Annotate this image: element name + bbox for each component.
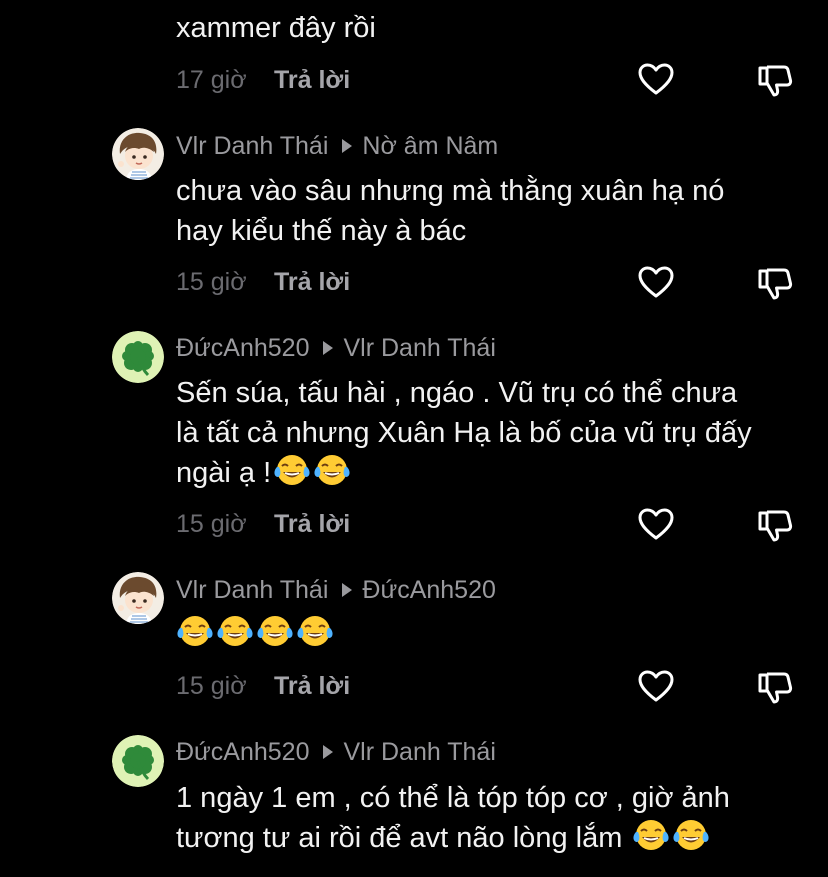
avatar[interactable]	[112, 735, 164, 787]
comment-thread: xammer đây rồi 17 giờ Trả lời Vlr Danh T…	[0, 0, 828, 877]
thumbs-down-icon[interactable]	[757, 507, 793, 543]
avatar[interactable]	[112, 128, 164, 180]
reply-button[interactable]: Trả lời	[274, 268, 350, 297]
username[interactable]: Vlr Danh Thái	[176, 576, 328, 605]
username[interactable]: ĐứcAnh520	[176, 738, 309, 767]
comment-body: Sến súa, tấu hài , ngáo . Vũ trụ có thể …	[176, 373, 806, 493]
heart-icon[interactable]	[638, 507, 674, 543]
comment-meta: 15 giờ Trả lời	[176, 668, 350, 704]
username[interactable]: ĐứcAnh520	[176, 334, 309, 363]
comment-body-line	[174, 614, 806, 654]
face-with-tears-of-joy-icon	[256, 614, 294, 648]
face-with-tears-of-joy-icon	[296, 614, 334, 648]
comment-timestamp: 15 giờ	[176, 509, 247, 538]
username[interactable]: Vlr Danh Thái	[176, 132, 328, 161]
avatar[interactable]	[112, 331, 164, 383]
comment-header: Vlr Danh Thái ĐứcAnh520	[176, 574, 496, 606]
comment-meta: 15 giờ Trả lời	[176, 264, 350, 300]
comment-body-line: tương tư ai rồi để avt não lòng lắm	[176, 818, 806, 858]
comment-body	[176, 614, 806, 654]
face-with-tears-of-joy-icon	[313, 453, 351, 487]
thumbs-down-icon[interactable]	[757, 669, 793, 705]
comment-body: chưa vào sâu nhưng mà thằng xuân hạ nó h…	[176, 171, 806, 251]
comment-meta: 15 giờ Trả lời	[176, 506, 350, 542]
comment-body-line: hay kiểu thế này à bác	[176, 215, 467, 247]
face-with-tears-of-joy-icon	[632, 818, 670, 852]
comment-body: xammer đây rồi	[176, 12, 376, 44]
reply-arrow-icon	[342, 583, 353, 597]
comment-body: 1 ngày 1 em , có thể là tóp tóp cơ , giờ…	[176, 778, 806, 858]
reply-to-username[interactable]: Nờ âm Nâm	[362, 132, 498, 161]
face-with-tears-of-joy-icon	[176, 614, 214, 648]
reply-arrow-icon	[323, 745, 334, 759]
reply-to-username[interactable]: Vlr Danh Thái	[343, 334, 495, 363]
heart-icon[interactable]	[638, 669, 674, 705]
face-with-tears-of-joy-icon	[672, 818, 710, 852]
reply-button[interactable]: Trả lời	[274, 672, 350, 701]
reply-button[interactable]: Trả lời	[274, 66, 350, 95]
comment-header: ĐứcAnh520 Vlr Danh Thái	[176, 736, 496, 768]
comment-timestamp: 17 giờ	[176, 65, 247, 94]
comment-body-line: chưa vào sâu nhưng mà thằng xuân hạ nó	[176, 175, 725, 207]
heart-icon[interactable]	[638, 62, 674, 98]
comment-body-line: 1 ngày 1 em , có thể là tóp tóp cơ , giờ…	[176, 782, 730, 814]
comment-body-line: Sến súa, tấu hài , ngáo . Vũ trụ có thể …	[176, 377, 738, 409]
comment-timestamp: 15 giờ	[176, 267, 247, 296]
reply-arrow-icon	[342, 139, 353, 153]
comment-meta: 17 giờ Trả lời	[176, 62, 350, 98]
reply-button[interactable]: Trả lời	[274, 510, 350, 539]
reply-to-username[interactable]: ĐứcAnh520	[362, 576, 495, 605]
thumbs-down-icon[interactable]	[757, 265, 793, 301]
reply-to-username[interactable]: Vlr Danh Thái	[343, 738, 495, 767]
comment-body-line: là tất cả nhưng Xuân Hạ là bố của vũ trụ…	[176, 417, 752, 449]
heart-icon[interactable]	[638, 265, 674, 301]
reply-arrow-icon	[323, 341, 334, 355]
comment-timestamp: 15 giờ	[176, 671, 247, 700]
face-with-tears-of-joy-icon	[273, 453, 311, 487]
avatar[interactable]	[112, 572, 164, 624]
comment-body-line: ngài ạ !	[176, 453, 806, 493]
comment-header: Vlr Danh Thái Nờ âm Nâm	[176, 130, 498, 162]
thumbs-down-icon[interactable]	[757, 62, 793, 98]
comment-header: ĐứcAnh520 Vlr Danh Thái	[176, 332, 496, 364]
face-with-tears-of-joy-icon	[216, 614, 254, 648]
